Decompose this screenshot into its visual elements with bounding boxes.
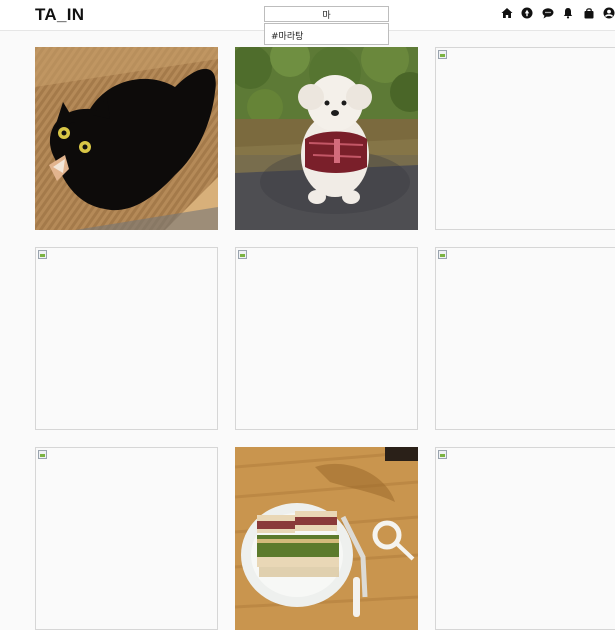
home-icon[interactable] [501,7,513,19]
post-tile-broken-image[interactable] [35,247,218,430]
sandwich-photo [235,447,418,630]
brand-logo[interactable]: TA_IN [35,5,84,25]
broken-image-icon [438,50,447,59]
black-cat-photo [35,47,218,230]
broken-image-icon [438,250,447,259]
post-grid [35,47,615,630]
broken-image-icon [38,250,47,259]
post-tile[interactable] [235,47,418,230]
post-tile-broken-image[interactable] [35,447,218,630]
broken-image-icon [438,450,447,459]
search-suggestion-item[interactable]: #마라탕 [264,23,389,45]
nav-icons [492,7,615,21]
post-tile-broken-image[interactable] [235,247,418,430]
explore-icon[interactable] [521,7,533,19]
white-dog-photo [235,47,418,230]
search-input[interactable] [264,6,389,22]
broken-image-icon [38,450,47,459]
profile-icon[interactable] [603,7,615,19]
post-tile[interactable] [35,47,218,230]
top-navigation-bar: TA_IN #마라탕 [0,0,615,45]
post-tile[interactable] [235,447,418,630]
post-tile-broken-image[interactable] [435,447,615,630]
broken-image-icon [238,250,247,259]
messages-icon[interactable] [542,7,554,19]
post-tile-broken-image[interactable] [435,247,615,430]
shop-bag-icon[interactable] [583,7,595,19]
post-tile-broken-image[interactable] [435,47,615,230]
notifications-icon[interactable] [562,7,574,19]
